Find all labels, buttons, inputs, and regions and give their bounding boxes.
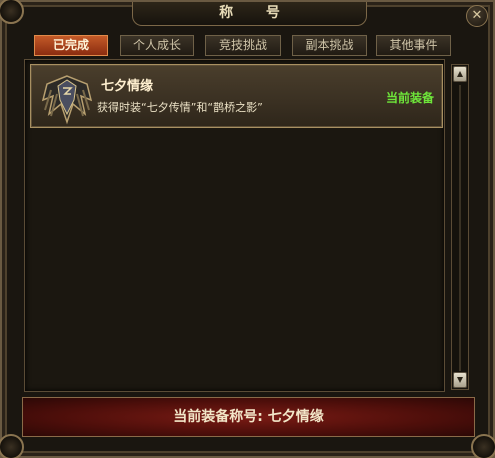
winged-shield-emblem-icon [41,70,93,126]
scroll-track[interactable] [459,85,461,371]
equipped-status-badge: 当前装备 [385,91,434,105]
tab-other-events[interactable]: 其他事件 [376,35,451,56]
arrow-down-icon [457,377,463,383]
tab-arena-challenge[interactable]: 竞技挑战 [205,35,281,56]
tab-label: 竞技挑战 [218,38,267,52]
tab-completed[interactable]: 已完成 [34,35,108,56]
tab-label: 其他事件 [389,38,438,52]
close-button[interactable]: ✕ [466,5,488,27]
tab-label: 已完成 [52,38,89,52]
bottom-right-ornament [471,434,495,458]
window-title-bar: 称 号 [132,2,367,26]
list-scrollbar[interactable] [451,64,469,390]
current-title-footer: 当前装备称号: 七夕情缘 [22,397,475,437]
tab-personal-growth[interactable]: 个人成长 [120,35,194,56]
tab-label: 个人成长 [132,38,181,52]
title-window: 称 号 ✕ 已完成 个人成长 竞技挑战 副本挑战 其他事件 七夕情缘 获得时装“… [0,0,495,458]
title-name: 七夕情缘 [101,79,154,94]
window-title: 称 号 [219,5,294,21]
current-title-text: 当前装备称号: 七夕情缘 [173,409,324,425]
title-list: 七夕情缘 获得时装“七夕传情”和“鹊桥之影” 当前装备 [24,59,445,392]
top-left-ornament [0,0,24,24]
close-icon: ✕ [471,8,483,23]
tab-dungeon-challenge[interactable]: 副本挑战 [292,35,367,56]
list-item[interactable]: 七夕情缘 获得时装“七夕传情”和“鹊桥之影” 当前装备 [30,64,443,128]
arrow-up-icon [457,71,463,77]
scroll-up-button[interactable] [453,66,467,82]
title-description: 获得时装“七夕传情”和“鹊桥之影” [97,101,263,114]
tab-label: 副本挑战 [305,38,354,52]
bottom-left-ornament [0,434,24,458]
scroll-down-button[interactable] [453,372,467,388]
